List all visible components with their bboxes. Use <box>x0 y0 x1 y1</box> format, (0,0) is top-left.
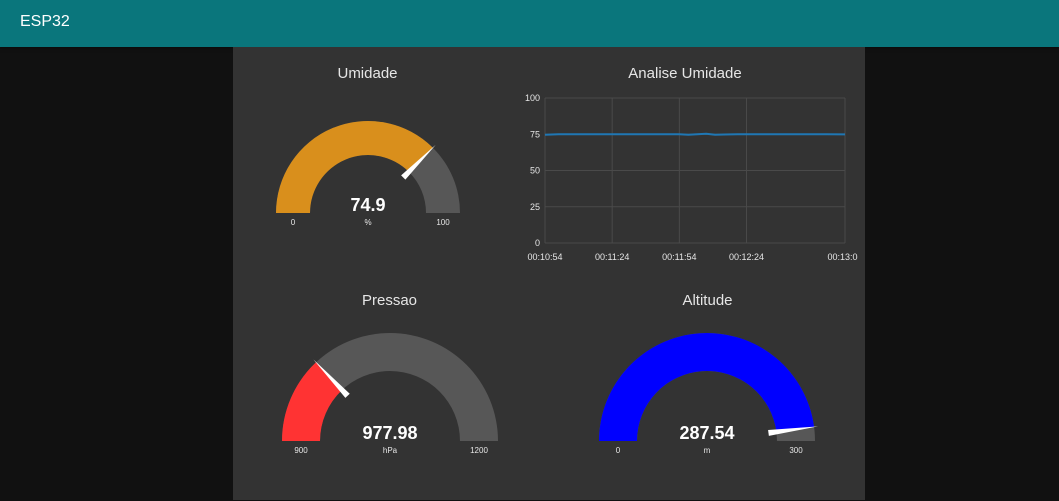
pressao-gauge: 977.98 hPa 900 1200 <box>282 333 498 455</box>
chart-y-tick-label: 0 <box>535 238 540 248</box>
umidade-gauge: 74.9 % 0 100 <box>276 120 460 227</box>
chart-y-tick-label: 50 <box>530 166 540 176</box>
altitude-unit: m <box>704 446 711 455</box>
chart-y-tick-label: 25 <box>530 202 540 212</box>
altitude-min-label: 0 <box>616 446 621 455</box>
chart-y-tick-label: 75 <box>530 129 540 139</box>
chart-y-tick-label: 100 <box>525 93 540 103</box>
pressao-max-label: 1200 <box>470 446 488 455</box>
analise-title: Analise Umidade <box>628 65 742 82</box>
pressao-unit: hPa <box>383 446 398 455</box>
dashboard-panel: Umidade 74.9 % 0 100 Analise Umidade 0 25… <box>233 47 865 500</box>
chart-x-tick-label: 00:13:08 <box>827 252 858 262</box>
chart-x-axis-labels: 00:10:54 00:11:24 00:11:54 00:12:24 00:13:08 <box>527 252 858 262</box>
umidade-max-label: 100 <box>436 218 450 227</box>
chart-x-tick-label: 00:12:24 <box>729 252 764 262</box>
app-title: ESP32 <box>20 13 70 30</box>
chart-x-tick-label: 00:10:54 <box>527 252 562 262</box>
analise-umidade-chart: 0 25 50 75 100 00:10:54 00:11:24 00:11:54 00:12… <box>525 93 858 262</box>
umidade-unit: % <box>364 218 371 227</box>
umidade-title: Umidade <box>337 65 398 82</box>
umidade-series-line <box>544 132 846 136</box>
chart-y-axis-labels: 0 25 50 75 100 <box>525 93 540 248</box>
chart-x-tick-label: 00:11:24 <box>595 252 629 262</box>
top-toolbar: ESP32 <box>0 0 1059 47</box>
pressao-min-label: 900 <box>294 446 308 455</box>
chart-x-tick-label: 00:11:54 <box>662 252 696 262</box>
pressao-value: 977.98 <box>362 423 417 443</box>
umidade-value: 74.9 <box>350 195 385 215</box>
chart-grid <box>544 97 846 244</box>
altitude-value: 287.54 <box>679 423 734 443</box>
altitude-max-label: 300 <box>789 446 803 455</box>
altitude-gauge: 287.54 m 0 300 <box>599 333 819 455</box>
umidade-min-label: 0 <box>291 218 296 227</box>
